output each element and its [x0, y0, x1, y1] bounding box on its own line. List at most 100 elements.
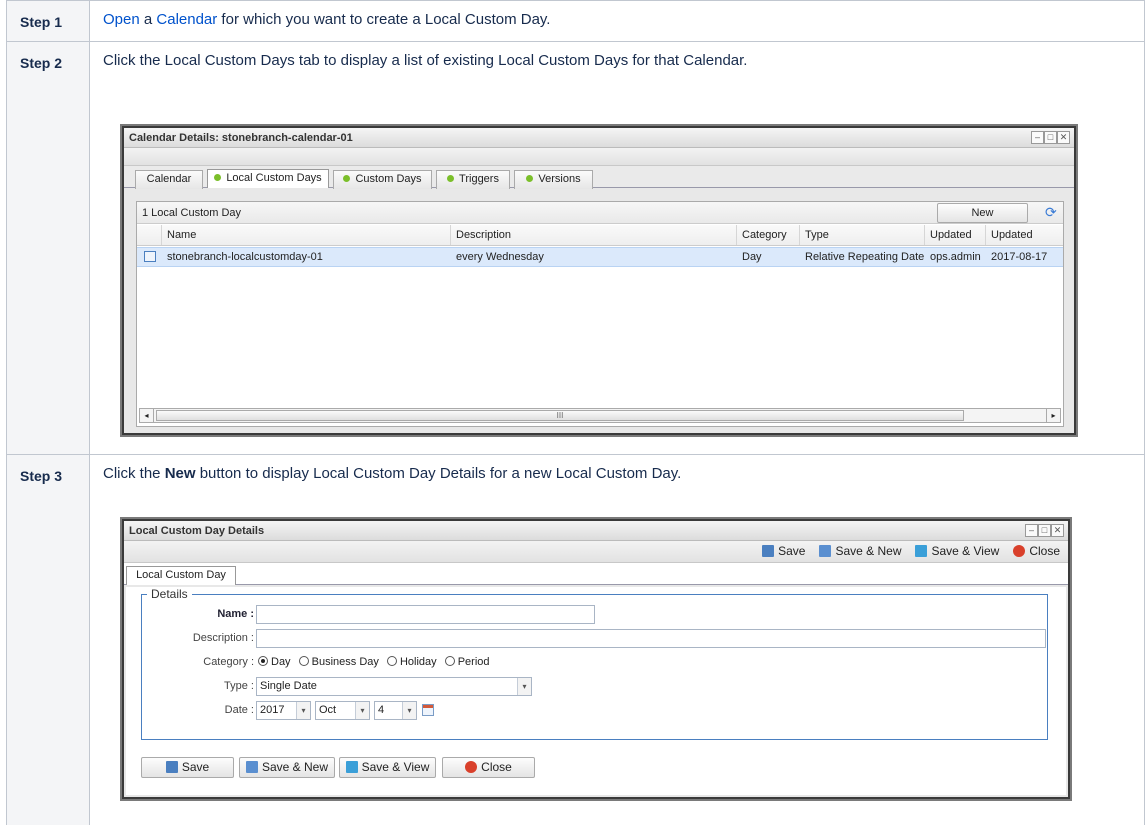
- close-x-icon: [465, 761, 478, 773]
- name-label: Name :: [217, 608, 254, 620]
- chevron-down-icon: ▾: [402, 702, 416, 719]
- radio-icon: [298, 656, 309, 666]
- floppy-disk-icon: [165, 761, 178, 773]
- category-holiday-radio[interactable]: Holiday: [386, 656, 437, 668]
- maximize-icon[interactable]: □: [1044, 131, 1057, 144]
- save-button[interactable]: Save: [141, 757, 234, 778]
- category-business-day-radio[interactable]: Business Day: [298, 656, 379, 668]
- radio-icon: [444, 656, 455, 666]
- tab-local-custom-day[interactable]: Local Custom Day: [126, 566, 236, 585]
- window-title-bar[interactable]: Calendar Details: stonebranch-calendar-0…: [124, 128, 1074, 148]
- refresh-icon[interactable]: ⟳: [1045, 204, 1057, 221]
- toolbar-close-button[interactable]: Close: [1013, 544, 1060, 558]
- step-2-text: Click the Local Custom Days tab to displ…: [103, 52, 748, 69]
- status-dot-icon: [343, 175, 351, 182]
- record-icon: [144, 251, 156, 262]
- scroll-thumb[interactable]: III: [156, 410, 964, 421]
- type-select[interactable]: Single Date ▾: [256, 677, 532, 696]
- column-header-updated-by[interactable]: Updated By: [925, 225, 986, 261]
- details-panel: Details Name : Description : Category : …: [126, 587, 1066, 795]
- type-label: Type :: [224, 680, 254, 692]
- step-1-text: Open a Calendar for which you want to cr…: [103, 11, 551, 28]
- description-label: Description :: [192, 632, 254, 644]
- toolbar-save-view-button[interactable]: Save & View: [915, 544, 999, 558]
- column-header-name[interactable]: Name: [162, 225, 451, 245]
- column-header-category[interactable]: Category: [737, 225, 800, 245]
- scroll-right-icon[interactable]: ▸: [1046, 409, 1060, 422]
- window-toolbar: [124, 148, 1074, 166]
- floppy-disk-icon: [762, 545, 775, 557]
- cell-description: every Wednesday: [456, 251, 544, 263]
- tab-local-custom-days[interactable]: Local Custom Days: [207, 169, 329, 188]
- save-new-icon: [819, 545, 832, 557]
- close-x-icon: [1013, 545, 1026, 557]
- step-1-label: Step 1: [6, 0, 90, 42]
- name-input[interactable]: [256, 605, 595, 624]
- step-2-label: Step 2: [6, 41, 90, 455]
- horizontal-scrollbar[interactable]: ◂ III ▸: [139, 408, 1061, 423]
- calendar-icon[interactable]: [422, 704, 434, 716]
- radio-selected-icon: [258, 656, 268, 666]
- column-header-select: [137, 225, 162, 245]
- save-new-button[interactable]: Save & New: [239, 757, 335, 778]
- date-day-select[interactable]: 4 ▾: [374, 701, 417, 720]
- save-view-icon: [915, 545, 928, 557]
- status-dot-icon: [214, 174, 222, 181]
- details-legend: Details: [147, 587, 192, 601]
- status-dot-icon: [526, 175, 534, 182]
- tab-triggers[interactable]: Triggers: [436, 170, 510, 189]
- category-radio-group: Day Business Day Holiday Period: [258, 653, 490, 672]
- tab-strip: Calendar Local Custom Days Custom Days T…: [124, 166, 1074, 189]
- category-label: Category :: [203, 656, 254, 668]
- toolbar: Save Save & New Save & View Close: [762, 544, 1060, 558]
- save-new-icon: [245, 761, 258, 773]
- open-link[interactable]: Open: [103, 11, 140, 28]
- column-header-description[interactable]: Description: [451, 225, 737, 245]
- date-year-select[interactable]: 2017 ▾: [256, 701, 311, 720]
- record-count: 1 Local Custom Day: [142, 207, 242, 219]
- cell-name: stonebranch-localcustomday-01: [167, 251, 323, 263]
- maximize-icon[interactable]: □: [1038, 524, 1051, 537]
- close-icon[interactable]: ✕: [1057, 131, 1070, 144]
- tab-strip: Local Custom Day: [124, 563, 1068, 585]
- calendar-link[interactable]: Calendar: [156, 11, 217, 28]
- chevron-down-icon: ▾: [296, 702, 310, 719]
- status-dot-icon: [447, 175, 455, 182]
- new-button[interactable]: New: [937, 203, 1028, 223]
- column-header-updated[interactable]: Updated: [986, 225, 1063, 245]
- window-toolbar: Save Save & New Save & View Close: [124, 541, 1068, 563]
- local-custom-day-details-window: Local Custom Day Details – □ ✕ Save Save…: [122, 519, 1070, 799]
- cell-type: Relative Repeating Date: [805, 251, 925, 263]
- calendar-details-window: Calendar Details: stonebranch-calendar-0…: [122, 126, 1076, 435]
- close-button[interactable]: Close: [442, 757, 535, 778]
- cell-updated-by: ops.admin: [930, 251, 981, 263]
- table-row[interactable]: stonebranch-localcustomday-01 every Wedn…: [137, 247, 1063, 267]
- window-title-bar[interactable]: Local Custom Day Details – □ ✕: [124, 521, 1068, 541]
- step-3-text: Click the New button to display Local Cu…: [103, 465, 682, 482]
- close-icon[interactable]: ✕: [1051, 524, 1064, 537]
- description-input[interactable]: [256, 629, 1046, 648]
- grid-toolbar: 1 Local Custom Day New ⟳: [137, 202, 1063, 224]
- category-day-radio[interactable]: Day: [258, 656, 291, 668]
- window-title: Calendar Details: stonebranch-calendar-0…: [129, 132, 353, 144]
- tab-calendar[interactable]: Calendar: [135, 170, 203, 189]
- minimize-icon[interactable]: –: [1031, 131, 1044, 144]
- save-view-icon: [345, 761, 358, 773]
- minimize-icon[interactable]: –: [1025, 524, 1038, 537]
- cell-category: Day: [742, 251, 762, 263]
- tab-versions[interactable]: Versions: [514, 170, 593, 189]
- window-title: Local Custom Day Details: [129, 525, 265, 537]
- scroll-left-icon[interactable]: ◂: [140, 409, 154, 422]
- save-view-button[interactable]: Save & View: [339, 757, 436, 778]
- cell-updated: 2017-08-17: [991, 251, 1048, 263]
- date-month-select[interactable]: Oct ▾: [315, 701, 370, 720]
- local-custom-days-grid: 1 Local Custom Day New ⟳ Name Descriptio…: [136, 201, 1064, 427]
- category-period-radio[interactable]: Period: [444, 656, 490, 668]
- date-label: Date :: [224, 704, 254, 716]
- toolbar-save-button[interactable]: Save: [762, 544, 805, 558]
- tab-custom-days[interactable]: Custom Days: [333, 170, 432, 189]
- chevron-down-icon: ▾: [355, 702, 369, 719]
- column-header-type[interactable]: Type: [800, 225, 925, 245]
- toolbar-save-new-button[interactable]: Save & New: [819, 544, 901, 558]
- details-fieldset: Details Name : Description : Category : …: [141, 587, 1048, 740]
